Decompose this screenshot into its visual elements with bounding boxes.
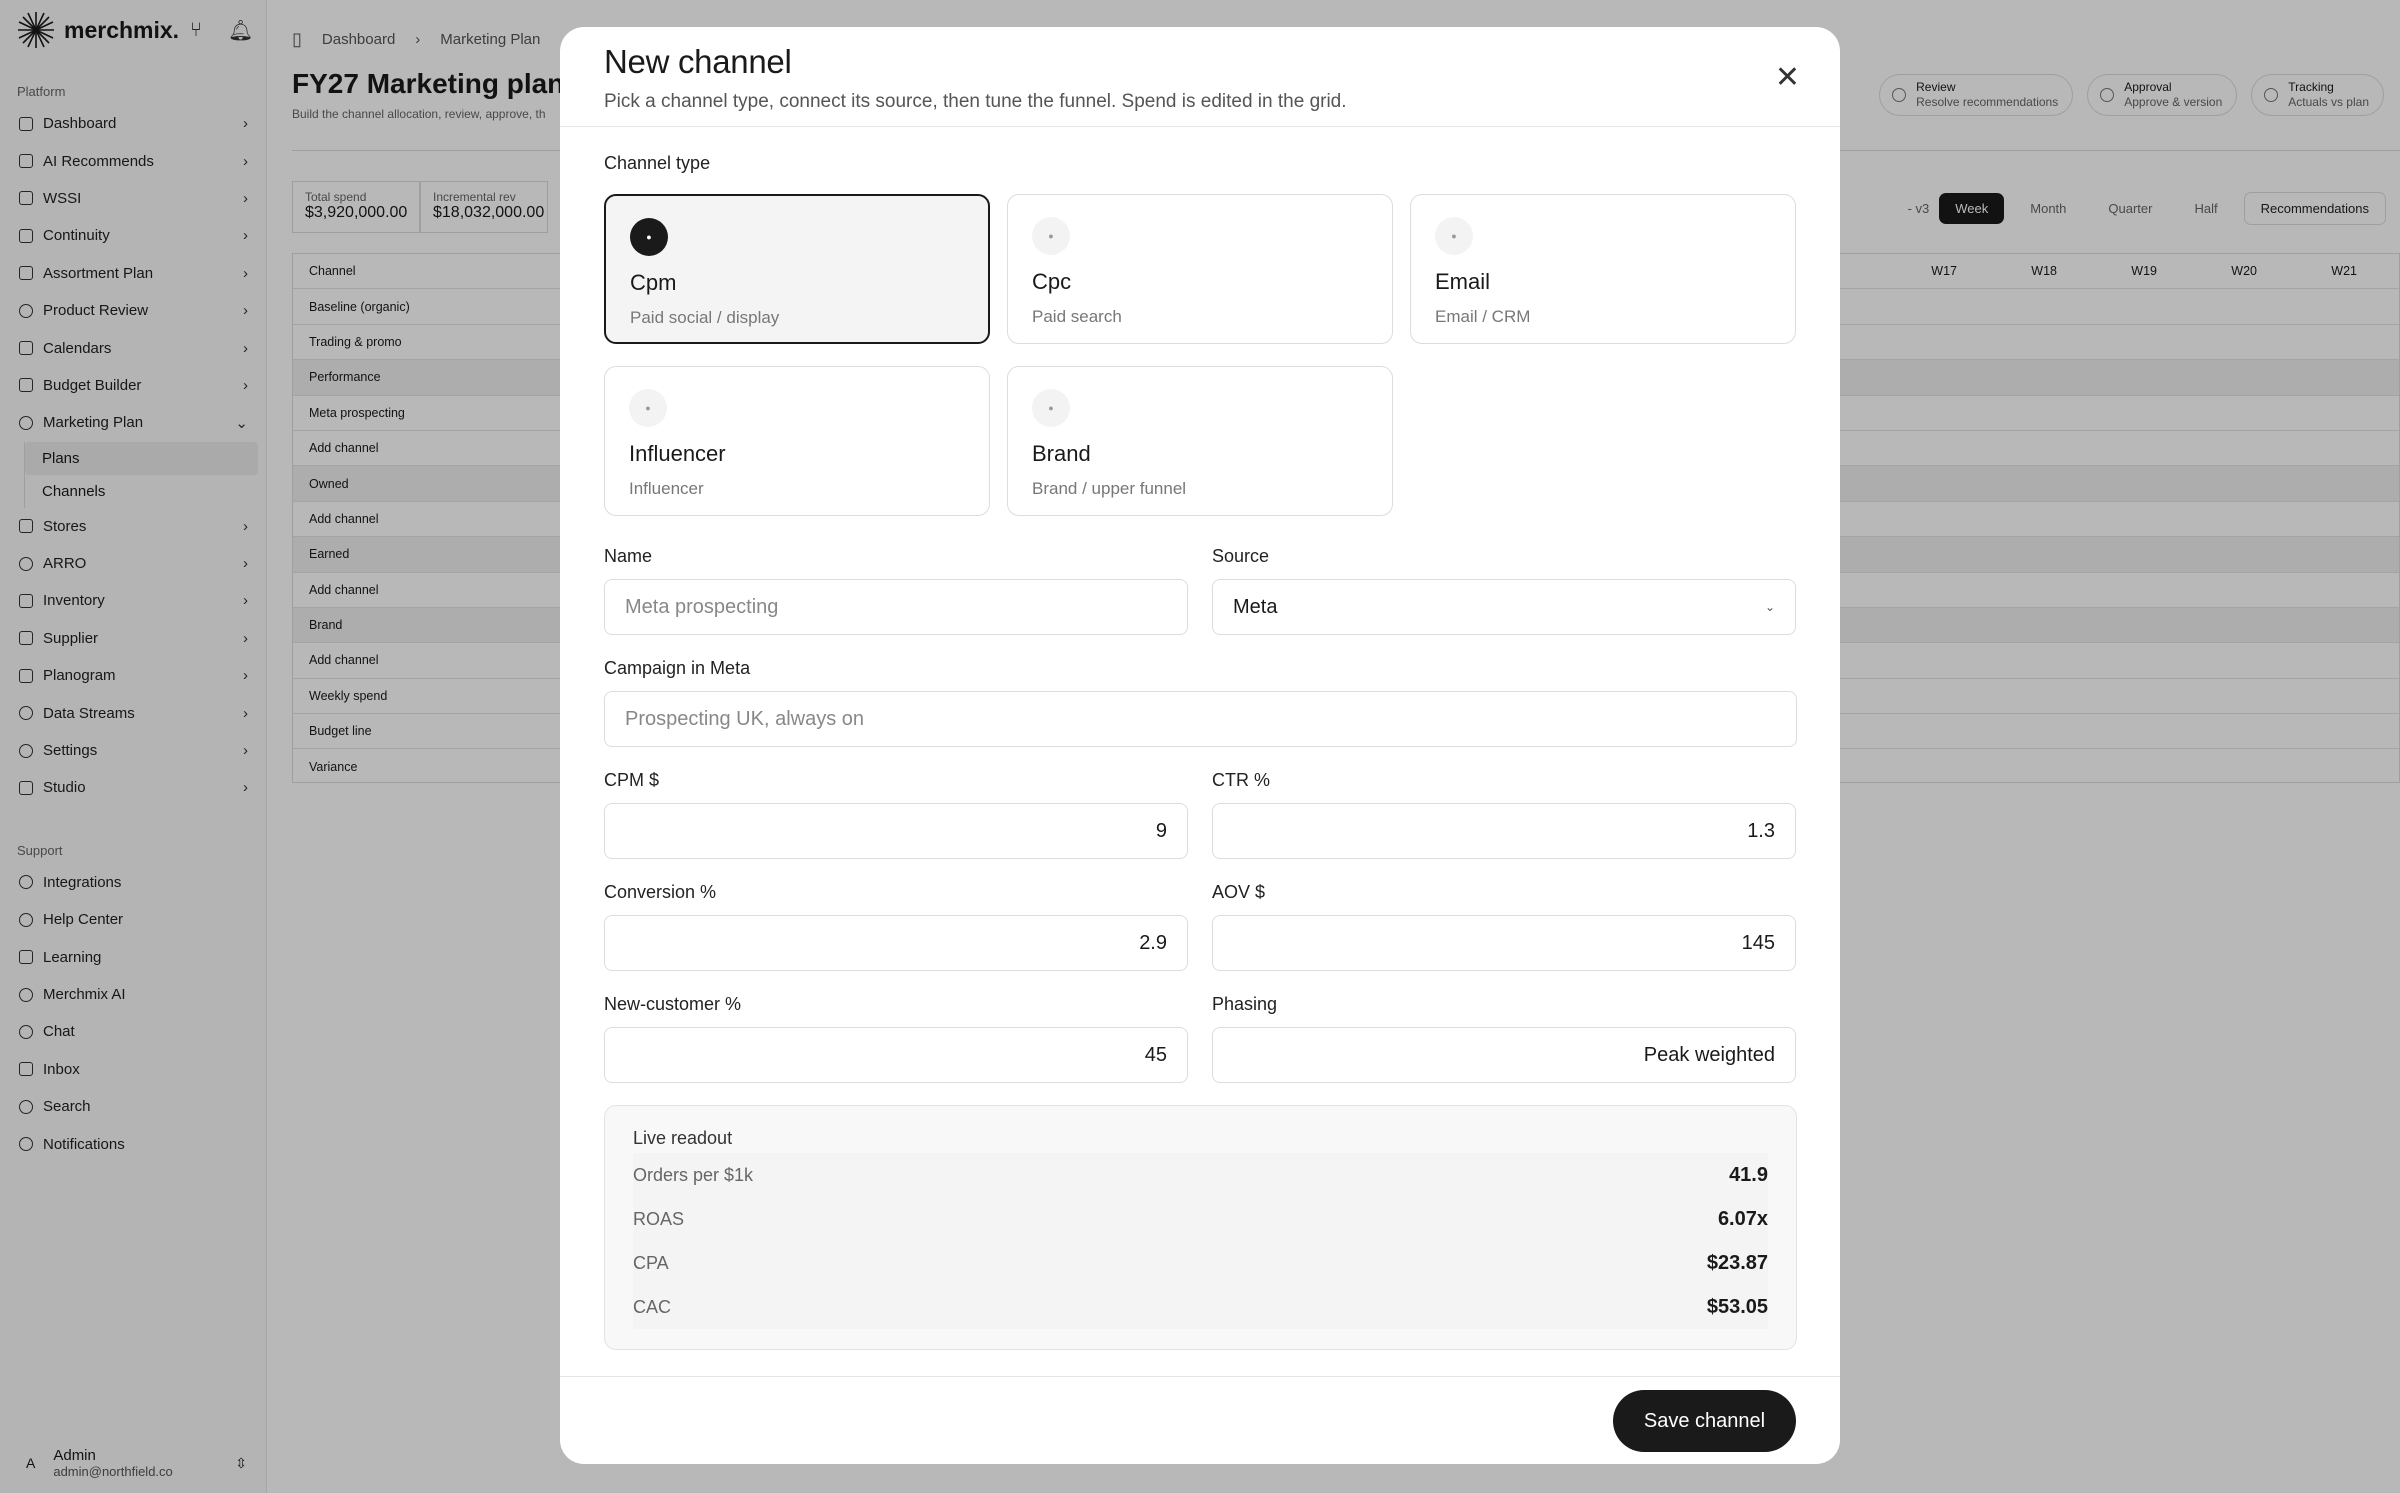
live-readout: Live readout Orders per $1k 41.9 ROAS 6.07… — [604, 1105, 1797, 1350]
card-desc: Paid search — [1032, 307, 1122, 326]
readout-row: CPA $23.87 — [633, 1241, 1768, 1285]
aov-field: AOV $ 145 — [1212, 882, 1796, 971]
source-field: Source Meta ⌄ — [1212, 546, 1796, 635]
channel-type-brand[interactable]: ● Brand Brand / upper funnel — [1007, 366, 1393, 516]
readout-label: CPA — [633, 1252, 669, 1273]
ctr-label: CTR % — [1212, 770, 1270, 790]
name-label: Name — [604, 546, 653, 566]
phasing-input[interactable]: Peak weighted — [1212, 1027, 1796, 1083]
readout-rows: Orders per $1k 41.9 ROAS 6.07x CPA $23.87 C… — [633, 1153, 1768, 1329]
channel-type-label: Channel type — [604, 153, 711, 173]
save-channel-button[interactable]: Save channel — [1613, 1390, 1796, 1452]
readout-value: 6.07x — [1717, 1207, 1768, 1230]
aov-label: AOV $ — [1212, 882, 1266, 902]
readout-row: ROAS 6.07x — [633, 1197, 1768, 1241]
readout-row: Orders per $1k 41.9 — [633, 1153, 1768, 1197]
modal-body: Channel type ● Cpm Paid social / display… — [560, 153, 1840, 524]
campaign-field: Campaign in Meta Prospecting UK, always … — [604, 658, 1797, 747]
new-customer-label: New-customer % — [604, 994, 742, 1014]
conversion-label: Conversion % — [604, 882, 717, 902]
card-title: Cpc — [1032, 269, 1072, 294]
radio-dot-icon: ● — [629, 389, 667, 427]
readout-value: 41.9 — [1729, 1163, 1768, 1186]
card-desc: Paid social / display — [630, 308, 780, 327]
card-title: Cpm — [630, 270, 677, 295]
conversion-field: Conversion % 2.9 — [604, 882, 1188, 971]
new-channel-modal: New channel Pick a channel type, connect… — [560, 27, 1840, 1464]
readout-label: Orders per $1k — [633, 1164, 754, 1185]
phasing-label: Phasing — [1212, 994, 1278, 1014]
source-select[interactable]: Meta ⌄ — [1212, 579, 1796, 635]
card-desc: Brand / upper funnel — [1032, 479, 1187, 498]
phasing-field: Phasing Peak weighted — [1212, 994, 1796, 1083]
card-title: Influencer — [629, 441, 726, 466]
conversion-input[interactable]: 2.9 — [604, 915, 1188, 971]
new-customer-field: New-customer % 45 — [604, 994, 1188, 1083]
new-customer-input[interactable]: 45 — [604, 1027, 1188, 1083]
modal-title: New channel — [604, 43, 792, 80]
radio-dot-icon: ● — [1032, 389, 1070, 427]
radio-dot-icon: ● — [1032, 217, 1070, 255]
cpm-label: CPM $ — [604, 770, 660, 790]
card-desc: Influencer — [629, 479, 704, 498]
card-title: Email — [1435, 269, 1491, 294]
channel-type-cpc[interactable]: ● Cpc Paid search — [1007, 194, 1393, 344]
channel-type-email[interactable]: ● Email Email / CRM — [1410, 194, 1796, 344]
close-icon[interactable]: ✕ — [1775, 63, 1800, 93]
modal-subtitle: Pick a channel type, connect its source,… — [604, 91, 1347, 112]
readout-row: CAC $53.05 — [633, 1285, 1768, 1329]
cpm-input[interactable]: 9 — [604, 803, 1188, 859]
channel-type-options: ● Cpm Paid social / display ● Cpc Paid s… — [604, 174, 1796, 524]
modal-header: New channel Pick a channel type, connect… — [560, 27, 1840, 127]
ctr-field: CTR % 1.3 — [1212, 770, 1796, 859]
ctr-input[interactable]: 1.3 — [1212, 803, 1796, 859]
cpm-field: CPM $ 9 — [604, 770, 1188, 859]
chevron-down-icon: ⌄ — [1764, 600, 1775, 614]
name-input[interactable]: Meta prospecting — [604, 579, 1188, 635]
campaign-input[interactable]: Prospecting UK, always on — [604, 691, 1797, 747]
radio-dot-icon: ● — [1435, 217, 1473, 255]
aov-input[interactable]: 145 — [1212, 915, 1796, 971]
channel-type-cpm[interactable]: ● Cpm Paid social / display — [604, 194, 990, 344]
readout-label: CAC — [633, 1296, 672, 1317]
campaign-label: Campaign in Meta — [604, 658, 751, 678]
readout-value: $53.05 — [1706, 1295, 1768, 1318]
source-label: Source — [1212, 546, 1270, 566]
card-desc: Email / CRM — [1435, 307, 1531, 326]
channel-type-influencer[interactable]: ● Influencer Influencer — [604, 366, 990, 516]
readout-value: $23.87 — [1706, 1251, 1768, 1274]
radio-dot-icon: ● — [630, 218, 668, 256]
card-title: Brand — [1032, 441, 1091, 466]
modal-footer: Save channel — [560, 1376, 1840, 1464]
source-value: Meta — [1233, 595, 1278, 618]
readout-title: Live readout — [633, 1128, 733, 1148]
readout-label: ROAS — [633, 1208, 685, 1229]
name-field: Name Meta prospecting — [604, 546, 1188, 635]
